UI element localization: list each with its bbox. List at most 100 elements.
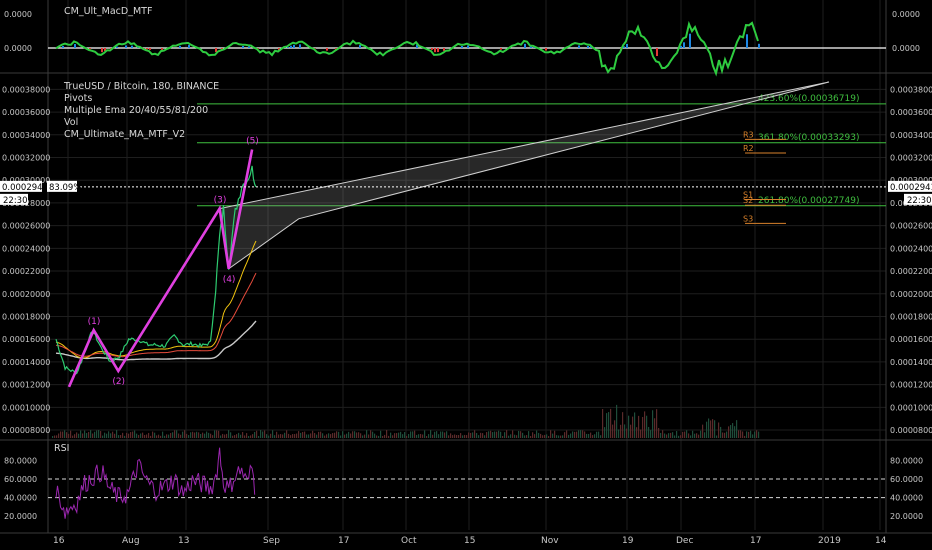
- macd-histogram-bar: [500, 48, 502, 50]
- time-tag: 22:30: [3, 196, 28, 206]
- macd-histogram-bar: [293, 44, 295, 48]
- macd-histogram-bar: [161, 48, 163, 50]
- volume-bar: [548, 435, 550, 438]
- rsi-tick-label: 40.0000: [4, 494, 37, 503]
- elliott-wave-line[interactable]: [67, 149, 254, 388]
- macd-histogram-bar: [746, 34, 748, 48]
- volume-bar: [720, 426, 722, 438]
- volume-bar: [684, 431, 686, 438]
- volume-bar: [560, 435, 562, 438]
- volume-bar: [262, 431, 264, 438]
- time-tick-label: Oct: [401, 536, 417, 546]
- volume-bar: [734, 426, 736, 438]
- price-tick-label: 0.00014000: [2, 358, 50, 367]
- volume-bar: [96, 430, 98, 438]
- time-tick-label: 17: [338, 536, 349, 546]
- volume-bar: [674, 435, 676, 438]
- volume-bar: [356, 432, 358, 438]
- volume-bar: [270, 433, 272, 438]
- volume-bar: [504, 432, 506, 438]
- volume-bar: [238, 432, 240, 438]
- volume-bar: [304, 431, 306, 438]
- volume-bar: [140, 433, 142, 438]
- volume-bar: [118, 435, 120, 438]
- volume-bar: [342, 431, 344, 438]
- volume-bar: [78, 433, 80, 438]
- time-tag: 22:30: [907, 196, 932, 206]
- volume-bar: [448, 435, 450, 438]
- volume-bar: [590, 432, 592, 438]
- fib-level-label: 261.80%(0.00027749): [758, 196, 859, 206]
- volume-bar: [452, 435, 454, 438]
- time-tick-label: 17: [750, 536, 761, 546]
- volume-bar: [320, 431, 322, 438]
- legend-vol: Vol: [64, 117, 78, 128]
- volume-bar: [326, 434, 328, 438]
- volume-bar: [72, 435, 74, 438]
- macd-pane[interactable]: CM_Ult_MacD_MTF 0.0000 0.0000 0.0000 0.0…: [4, 6, 920, 77]
- rsi-line: [55, 447, 256, 519]
- macd-right-tick: 0.0000: [892, 44, 920, 53]
- time-tick-label: Nov: [541, 536, 559, 546]
- volume-bar: [136, 433, 138, 438]
- rsi-pane[interactable]: RSI 80.0000 80.0000 60.0000 60.0000 40.0000 4…: [4, 443, 923, 521]
- volume-bar: [106, 433, 108, 438]
- volume-bar: [302, 431, 304, 438]
- volume-bar: [696, 433, 698, 438]
- volume-bar: [710, 420, 712, 438]
- volume-bar: [456, 435, 458, 438]
- macd-histogram-bar: [689, 33, 691, 48]
- volume-bar: [442, 431, 444, 438]
- volume-bar: [744, 435, 746, 438]
- volume-bar: [722, 432, 724, 438]
- volume-bar: [728, 426, 730, 438]
- volume-bar: [228, 430, 230, 438]
- macd-histogram-bar: [179, 45, 181, 48]
- volume-bar: [202, 432, 204, 438]
- price-tick-label: 0.00034000: [2, 131, 50, 140]
- price-tick-label: 0.00020000: [890, 290, 932, 299]
- volume-bar: [750, 430, 752, 438]
- volume-bar: [614, 420, 616, 438]
- volume-bar: [186, 433, 188, 438]
- volume-bar: [488, 431, 490, 438]
- volume-bar: [310, 433, 312, 438]
- volume-bar: [306, 434, 308, 438]
- volume-bar: [680, 435, 682, 438]
- volume-bar: [264, 430, 266, 438]
- macd-histogram-bar: [290, 45, 292, 48]
- volume-bar: [248, 435, 250, 438]
- volume-bar: [280, 434, 282, 438]
- volume-bar: [430, 430, 432, 438]
- volume-bar: [334, 432, 336, 438]
- volume-bar: [426, 435, 428, 438]
- volume-bar: [576, 431, 578, 438]
- volume-bar: [626, 428, 628, 438]
- volume-bar: [398, 432, 400, 438]
- volume-bar: [164, 435, 166, 438]
- volume-bar: [726, 431, 728, 438]
- volume-bar: [598, 431, 600, 438]
- rising-wedge[interactable]: [219, 81, 830, 270]
- volume-bar: [332, 433, 334, 438]
- volume-bar: [520, 431, 522, 438]
- volume-bar: [286, 430, 288, 438]
- volume-bar: [62, 431, 64, 438]
- macd-histogram: [62, 33, 760, 57]
- volume-bar: [512, 430, 514, 438]
- volume-bar: [466, 435, 468, 438]
- volume-bar: [486, 432, 488, 438]
- volume-bar: [756, 430, 758, 438]
- volume-bar: [114, 433, 116, 438]
- trading-chart[interactable]: CM_Ult_MacD_MTF 0.0000 0.0000 0.0000 0.0…: [0, 0, 932, 550]
- volume-bar: [396, 433, 398, 438]
- volume-bar: [494, 431, 496, 438]
- volume-bar: [64, 430, 66, 438]
- volume-bar: [666, 434, 668, 438]
- price-tick-label: 0.00016000: [2, 335, 50, 344]
- volume-bar: [274, 435, 276, 438]
- volume-bar: [282, 434, 284, 438]
- volume-bar: [144, 435, 146, 438]
- volume-bar: [254, 431, 256, 438]
- volume-bar: [518, 430, 520, 438]
